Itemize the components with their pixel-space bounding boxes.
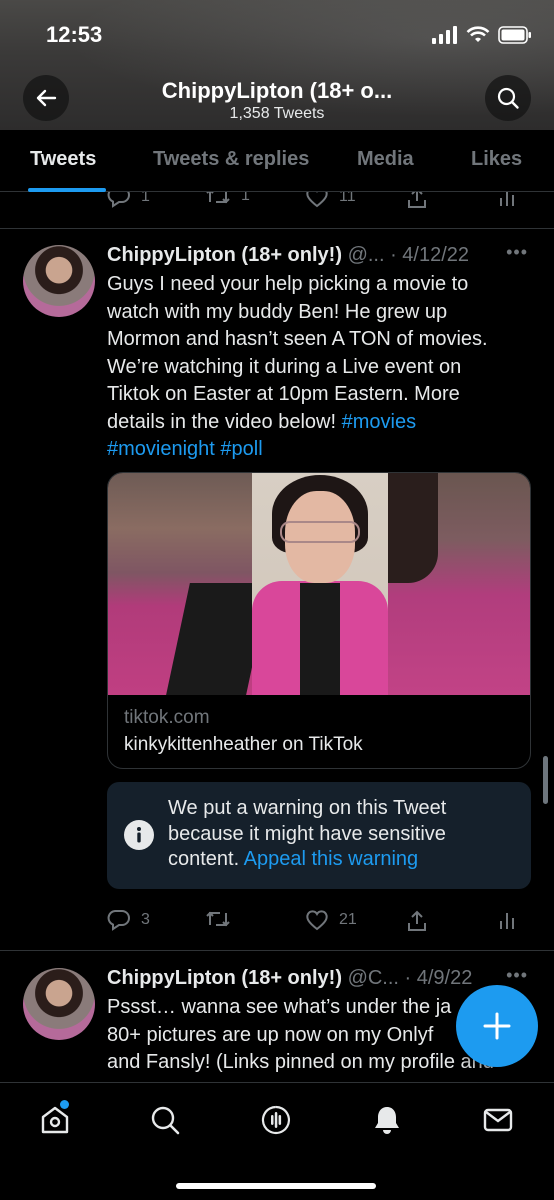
reply-count: 3 <box>141 911 150 928</box>
search-icon <box>497 87 519 109</box>
warning-text: We put a warning on this Tweet because i… <box>168 797 447 870</box>
tweet-header: ChippyLipton (18+ only!) @... · 4/12/22 <box>107 244 469 267</box>
tab-likes[interactable]: Likes <box>471 148 522 171</box>
plus-icon <box>483 1012 511 1040</box>
analytics-icon <box>500 913 514 929</box>
share-icon <box>408 192 426 208</box>
compose-tweet-button[interactable] <box>456 985 538 1067</box>
reply-count: 1 <box>141 192 150 205</box>
nav-home[interactable] <box>38 1100 72 1137</box>
profile-header: 12:53 ChippyLipton (18+ o... 1,358 Tweet… <box>0 0 554 130</box>
share-button[interactable] <box>405 192 429 210</box>
nav-search[interactable] <box>148 1103 182 1137</box>
analytics-button[interactable] <box>497 192 517 208</box>
share-icon <box>408 910 426 931</box>
appeal-warning-link[interactable]: Appeal this warning <box>244 848 419 870</box>
tab-media[interactable]: Media <box>357 148 414 171</box>
tweet-text-line: details in the video below! #movies <box>107 410 417 433</box>
more-options-icon[interactable]: ••• <box>506 242 528 263</box>
header-title: ChippyLipton (18+ o... 1,358 Tweets <box>0 78 554 123</box>
tab-tweets[interactable]: Tweets <box>30 148 96 171</box>
avatar[interactable] <box>23 968 95 1040</box>
search-button[interactable] <box>485 75 531 121</box>
nav-notifications[interactable] <box>370 1103 404 1137</box>
signal-icon <box>432 26 457 44</box>
bell-icon <box>375 1107 399 1134</box>
info-icon <box>124 820 154 850</box>
card-domain: tiktok.com <box>124 707 210 728</box>
heart-icon <box>306 192 328 208</box>
tweet-text-line: Guys I need your help picking a movie to <box>107 273 469 295</box>
sensitive-content-warning: We put a warning on this Tweet because i… <box>107 782 531 889</box>
spaces-icon <box>261 1105 291 1135</box>
like-count: 11 <box>339 192 356 205</box>
nav-spaces[interactable] <box>259 1103 293 1137</box>
link-card[interactable]: tiktok.com kinkykittenheather on TikTok <box>107 472 531 769</box>
previous-tweet-actions: 1 1 11 <box>0 192 554 228</box>
nav-messages[interactable] <box>481 1103 515 1137</box>
mail-icon <box>483 1108 513 1132</box>
profile-tabs: Tweets Tweets & replies Media Likes <box>0 130 554 192</box>
reply-icon <box>107 192 130 208</box>
reply-icon <box>107 910 130 931</box>
like-count: 21 <box>339 911 357 928</box>
display-name[interactable]: ChippyLipton (18+ only!) <box>107 244 342 266</box>
retweet-icon <box>206 192 230 204</box>
retweet-icon <box>206 911 230 927</box>
status-time: 12:53 <box>46 22 103 47</box>
tweet-text-line: watch with my buddy Ben! He grew up <box>107 300 448 323</box>
tweet-actions: 3 21 <box>107 909 527 939</box>
avatar[interactable] <box>23 245 95 317</box>
scrollbar[interactable] <box>543 756 548 804</box>
hashtag-link[interactable]: #poll <box>220 438 262 460</box>
home-icon <box>41 1106 69 1134</box>
tweet-header: ChippyLipton (18+ only!) @C... · 4/9/22 <box>107 967 472 990</box>
tweet-text: Guys I need your help picking a movie to… <box>107 271 517 464</box>
profile-name: ChippyLipton (18+ o... <box>161 78 393 103</box>
card-title: kinkykittenheather on TikTok <box>124 734 363 755</box>
analytics-icon <box>500 192 514 206</box>
notification-dot <box>60 1100 69 1109</box>
tweet-text-line: Tiktok on Easter at 10pm Eastern. More <box>107 383 460 405</box>
search-icon <box>151 1106 180 1135</box>
timeline[interactable]: 1 1 11 ChippyLipton (18+ only!) @... · 4… <box>0 192 554 1082</box>
analytics-button[interactable] <box>497 909 517 931</box>
share-button[interactable] <box>405 909 429 933</box>
tweet-meta: @... · 4/12/22 <box>347 244 470 266</box>
reply-button[interactable]: 1 <box>107 192 150 208</box>
tweet-text-line: We’re watching it during a Live event on <box>107 355 462 378</box>
tweet-text-line: #movienight #poll <box>107 436 517 464</box>
battery-icon <box>498 26 531 44</box>
video-thumbnail <box>108 473 530 695</box>
status-icons <box>432 26 532 44</box>
display-name[interactable]: ChippyLipton (18+ only!) <box>107 967 342 989</box>
tab-tweets-replies[interactable]: Tweets & replies <box>153 148 309 171</box>
like-button[interactable]: 11 <box>305 192 356 208</box>
reply-button[interactable]: 3 <box>107 909 150 931</box>
retweet-button[interactable] <box>205 909 231 929</box>
wifi-icon <box>466 26 490 42</box>
tweet-text-line: Mormon and hasn’t seen A TON of movies. <box>107 328 488 350</box>
hashtag-link[interactable]: #movienight <box>107 438 215 460</box>
tweet-meta: @C... · 4/9/22 <box>347 967 473 989</box>
retweet-button[interactable]: 1 <box>205 192 250 206</box>
like-button[interactable]: 21 <box>305 909 357 931</box>
heart-icon <box>306 910 328 931</box>
tweet-count: 1,358 Tweets <box>229 105 325 122</box>
retweet-count: 1 <box>241 192 250 204</box>
tweet[interactable]: ChippyLipton (18+ only!) @... · 4/12/22 … <box>0 229 554 950</box>
more-options-icon[interactable]: ••• <box>506 965 528 986</box>
home-indicator[interactable] <box>176 1183 376 1189</box>
hashtag-link[interactable]: #movies <box>342 411 416 433</box>
